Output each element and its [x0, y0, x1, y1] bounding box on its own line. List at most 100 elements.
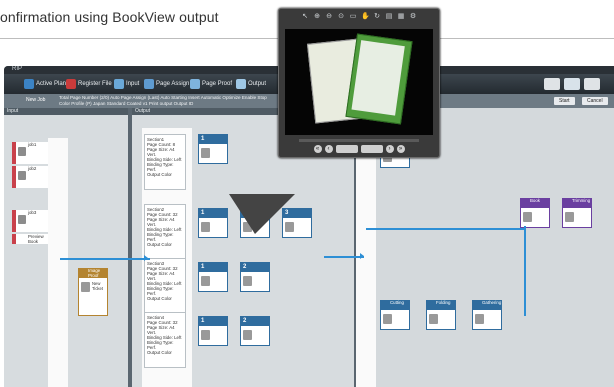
zoom-in-icon[interactable]: ⊕ [313, 13, 321, 21]
menu-label: Output [248, 81, 267, 87]
section-line: Page Size: A4 Vert. [147, 325, 175, 335]
page-number-field[interactable] [335, 145, 358, 153]
node-title: Trimming [572, 198, 591, 203]
menu-page-proof[interactable]: Page Proof [190, 78, 232, 90]
proof-node-header: Image Proof [79, 268, 107, 278]
menu-active-plan[interactable]: Active Plan [24, 78, 66, 90]
page-icon[interactable]: ▤ [385, 13, 393, 21]
output-node[interactable]: 2 [240, 316, 270, 346]
section-card[interactable]: Section3 Page Count: 32 Page Size: A4 Ve… [144, 258, 186, 314]
node-label: New Ticket [92, 281, 104, 291]
printer-icon [243, 276, 252, 286]
bookview-popup: ↖ ⊕ ⊖ ⊙ ▭ ✋ ↻ ▤ ▦ ⚙ « ‹ › » [278, 8, 440, 158]
finishing-node[interactable]: Cutting [380, 300, 410, 330]
proof-node[interactable]: 1 [198, 262, 228, 292]
page-number-field[interactable] [360, 145, 383, 153]
menu-page-assign[interactable]: Page Assign [144, 78, 189, 90]
flow-arrow [144, 255, 148, 261]
arrow-icon[interactable]: ↖ [301, 13, 309, 21]
input-lane [48, 138, 68, 387]
section-line: Output Color [147, 296, 172, 301]
book-preview[interactable] [285, 29, 433, 135]
node-title: Gathering [482, 300, 502, 305]
job-card[interactable]: job1 [12, 142, 48, 164]
node-body [241, 272, 269, 292]
output-node[interactable]: 2 [240, 262, 270, 292]
prev-page-icon[interactable]: ‹ [324, 145, 333, 153]
job-label: job1 [28, 142, 37, 147]
trimmer-icon [565, 212, 574, 222]
printer-icon [201, 148, 210, 158]
finishing-node[interactable]: Folding [426, 300, 456, 330]
step-number: 1 [201, 210, 205, 216]
first-page-icon[interactable]: « [313, 145, 322, 153]
proof-node[interactable]: Image Proof New Ticket [78, 268, 108, 316]
page-slider[interactable] [299, 139, 419, 142]
section-line: Binding Type: Perf. [147, 162, 174, 172]
job-label: Preview Book [28, 234, 44, 244]
section-card[interactable]: Section4 Page Count: 32 Page Size: A4 Ve… [144, 312, 186, 368]
section-line: Binding Type: Perf. [147, 286, 174, 296]
grid-icon[interactable]: ▦ [397, 13, 405, 21]
file-icon [66, 79, 76, 89]
settings-button[interactable] [564, 78, 580, 90]
node-header: Gathering [473, 300, 502, 310]
input-panel: Input job1 job2 job3 Preview Book Image … [4, 108, 128, 387]
panel-title: Input [7, 108, 19, 114]
printer-icon [201, 276, 210, 286]
section-line: Output Color [147, 350, 172, 355]
job-label: job3 [28, 210, 37, 215]
menu-register-file[interactable]: Register File [66, 78, 112, 90]
node-title: Image Proof [88, 268, 101, 278]
rotate-icon[interactable]: ↻ [373, 13, 381, 21]
start-button[interactable]: Start [554, 97, 575, 105]
job-label: job2 [28, 166, 37, 171]
finishing-node[interactable]: Gathering [472, 300, 502, 330]
node-header: Cutting [381, 300, 409, 310]
proof-node[interactable]: 1 [198, 316, 228, 346]
proof-node[interactable]: 1 [198, 134, 228, 164]
proof-node[interactable]: 1 [198, 208, 228, 238]
node-header: 1 [199, 317, 227, 326]
cancel-button[interactable]: Cancel [582, 97, 608, 105]
section-line: Binding Type: Perf. [147, 232, 174, 242]
section-card[interactable]: Section1 Page Count: 8 Page Size: A4 Ver… [144, 134, 186, 190]
job-card[interactable]: job2 [12, 166, 48, 188]
next-page-icon[interactable]: › [385, 145, 394, 153]
printer-icon [201, 330, 210, 340]
hand-icon[interactable]: ✋ [361, 13, 370, 21]
document-icon [18, 171, 26, 180]
fit-icon[interactable]: ▭ [349, 13, 357, 21]
node-title: Book [530, 198, 541, 203]
job-card[interactable]: Preview Book [12, 234, 48, 244]
last-page-icon[interactable]: » [396, 145, 405, 153]
settings-icon[interactable]: ⚙ [409, 13, 417, 21]
cutter-icon [383, 314, 392, 324]
menu-label: Page Proof [202, 81, 233, 87]
popup-toolbar: ↖ ⊕ ⊖ ⊙ ▭ ✋ ↻ ▤ ▦ ⚙ [279, 13, 439, 25]
section-card[interactable]: Section2 Page Count: 32 Page Size: A4 Ve… [144, 204, 186, 260]
flow-line [324, 256, 364, 258]
node-header: Trimming [563, 198, 591, 208]
menu-output[interactable]: Output [236, 78, 266, 90]
zoom-out-icon[interactable]: ⊖ [325, 13, 333, 21]
ticket-icon [81, 282, 90, 292]
menu-label: Active Plan [36, 81, 67, 87]
proof-node-body: New Ticket [79, 278, 107, 298]
proof-icon [190, 79, 200, 89]
new-job-label[interactable]: New Job [26, 97, 45, 103]
finishing-node[interactable]: Trimming [562, 198, 592, 228]
window-title: RIP [12, 66, 23, 72]
menu-label: Page Assign [156, 81, 190, 87]
menu-input[interactable]: Input [114, 78, 139, 90]
view-toggle-button[interactable] [544, 78, 560, 90]
caption: onfirmation using BookView output [0, 9, 219, 25]
finishing-node[interactable]: Book [520, 198, 550, 228]
job-card[interactable]: job3 [12, 210, 48, 232]
node-body [241, 326, 269, 346]
section-line: Page Size: A4 Vert. [147, 217, 175, 227]
window-button[interactable] [584, 78, 600, 90]
zoom-icon[interactable]: ⊙ [337, 13, 345, 21]
document-icon [18, 147, 26, 156]
section-line: Page Size: A4 Vert. [147, 271, 175, 281]
